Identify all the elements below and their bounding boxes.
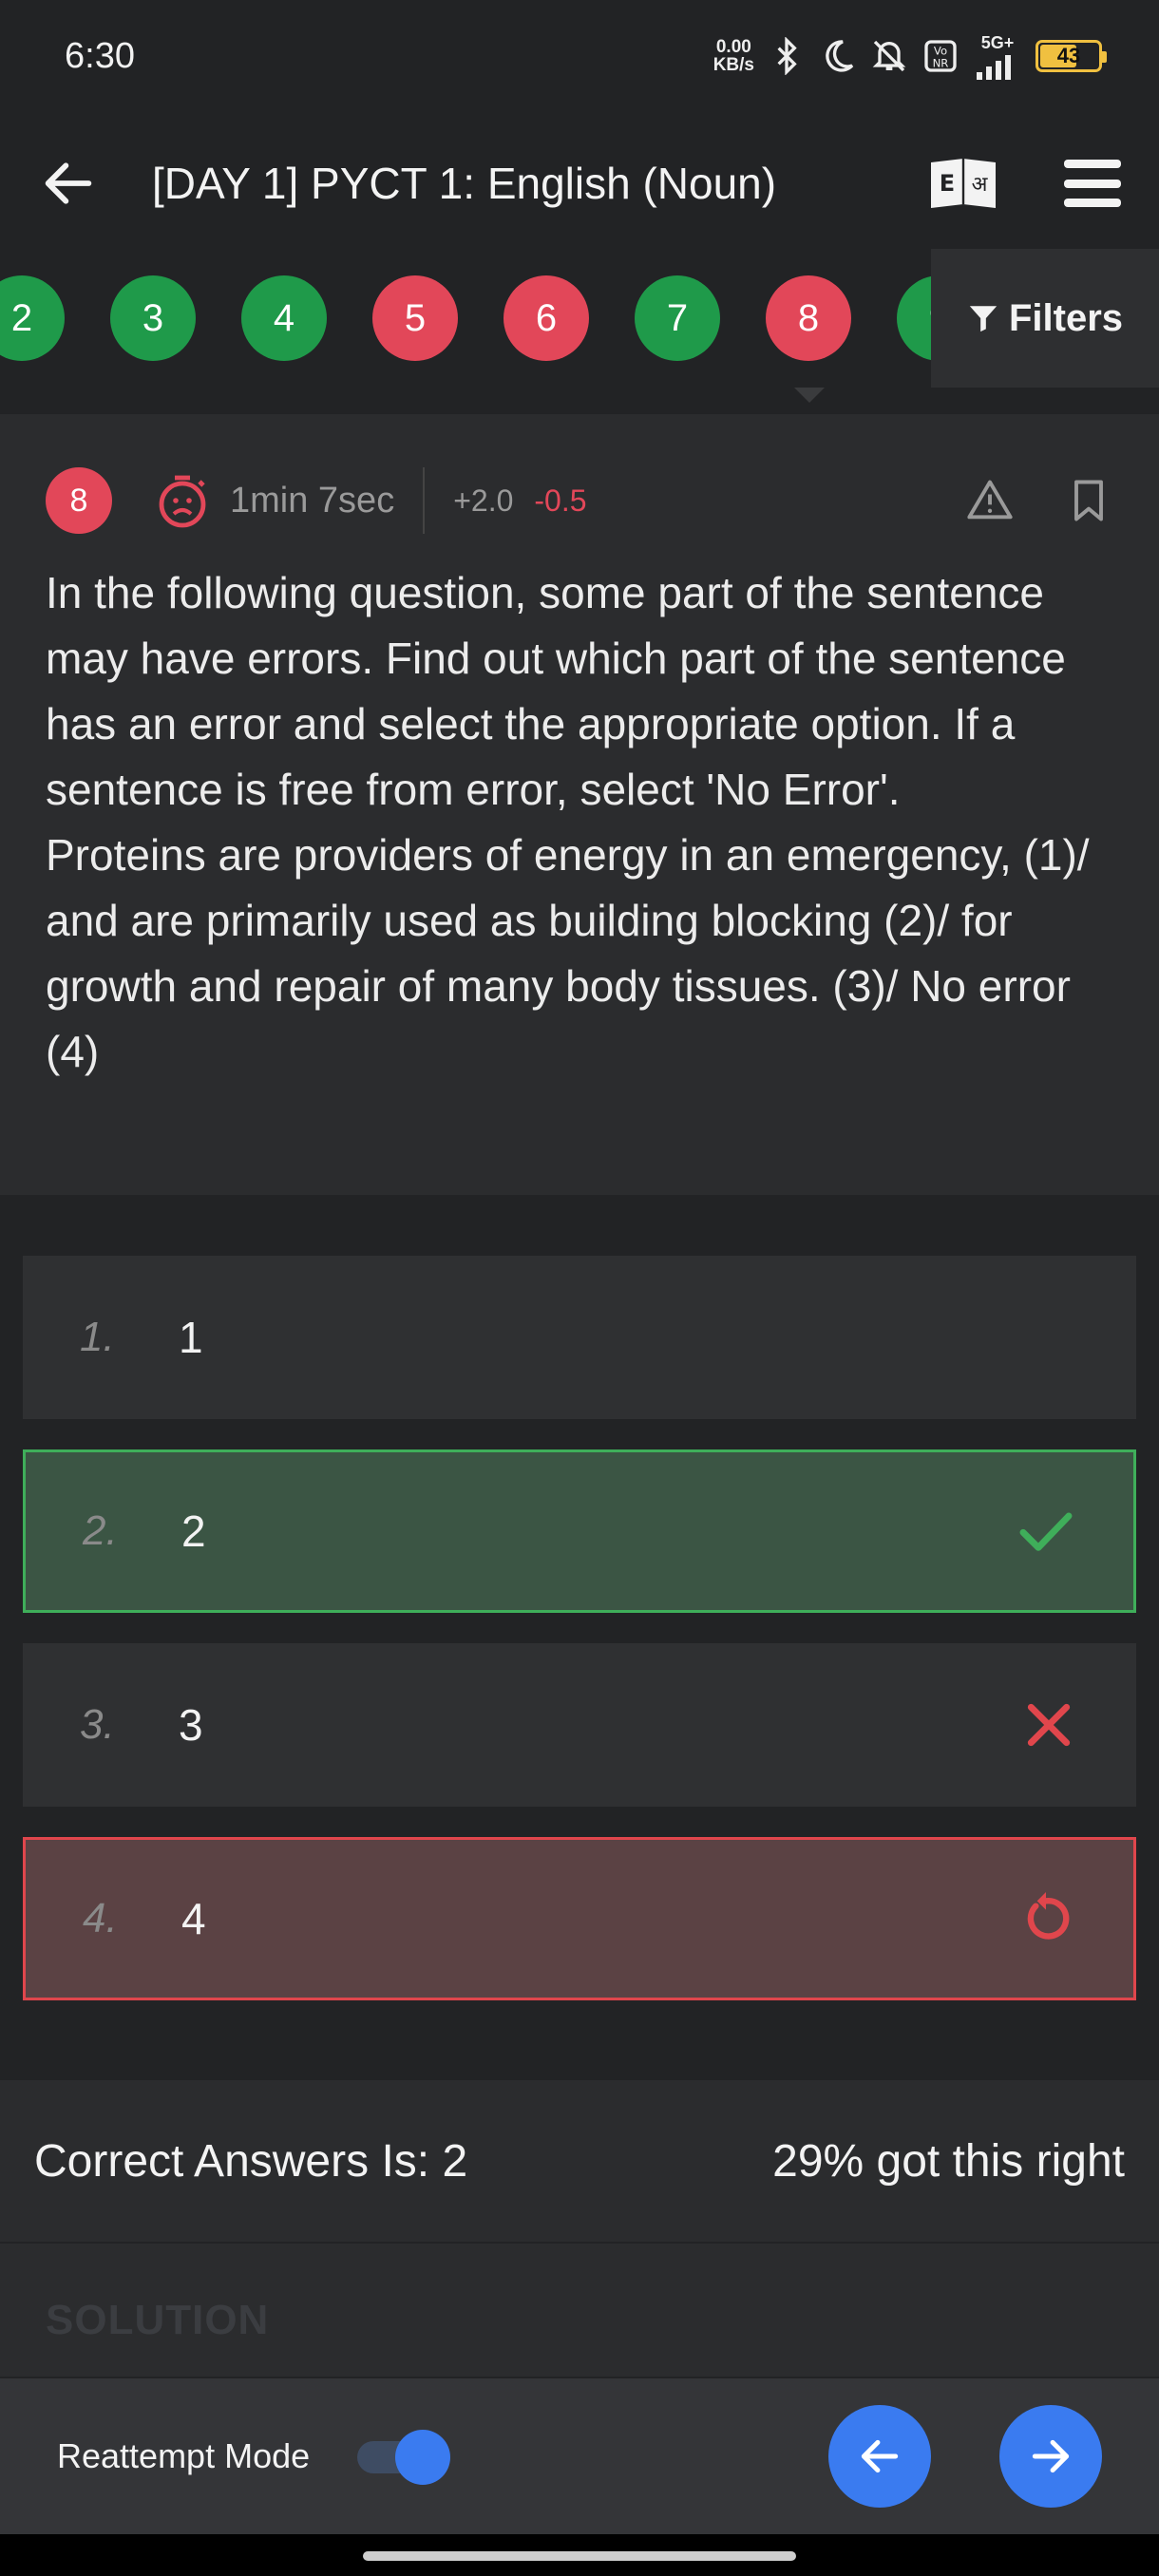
question-card: 8 1min 7sec +2.0 -0.5 In the following q…	[0, 414, 1159, 1195]
page-title: [DAY 1] PYCT 1: English (Noun)	[152, 159, 777, 208]
option-value: 2	[181, 1506, 206, 1556]
question-chip-6[interactable]: 6	[504, 275, 589, 361]
close-icon	[1027, 1703, 1071, 1747]
question-meta: 8 1min 7sec +2.0 -0.5	[46, 467, 1113, 534]
status-time: 6:30	[65, 35, 135, 76]
gesture-area	[0, 2534, 1159, 2576]
time-taken: 1min 7sec	[230, 467, 426, 534]
app-bar: [DAY 1] PYCT 1: English (Noun) E अ	[0, 112, 1159, 255]
network-speed: 0.00 KB/s	[712, 37, 754, 75]
home-gesture-bar[interactable]	[363, 2551, 796, 2561]
sad-timer-icon	[159, 475, 206, 528]
question-text: In the following question, some part of …	[46, 568, 1090, 1076]
option-number: 2.	[83, 1507, 118, 1554]
bluetooth-icon	[777, 37, 797, 75]
option-2[interactable]: 2. 2	[23, 1449, 1136, 1613]
reattempt-mode-label: Reattempt Mode	[57, 2436, 311, 2475]
back-button[interactable]	[38, 153, 99, 214]
question-navigator: 23456789 Filters	[0, 249, 1159, 391]
check-icon	[1019, 1512, 1073, 1551]
option-number: 3.	[80, 1701, 115, 1748]
question-chip-5[interactable]: 5	[372, 275, 458, 361]
svg-text:NR: NR	[933, 57, 949, 70]
option-4[interactable]: 4. 4	[23, 1837, 1136, 2000]
moon-icon	[826, 40, 854, 72]
filters-button[interactable]: Filters	[931, 249, 1159, 388]
status-bar: 6:30 0.00 KB/s Vo NR 5G+ 43	[0, 0, 1159, 112]
option-number: 1.	[80, 1314, 115, 1360]
question-number-badge: 8	[46, 467, 112, 534]
option-3[interactable]: 3. 3	[23, 1643, 1136, 1807]
report-warning-icon[interactable]	[965, 476, 1015, 525]
option-value: 3	[179, 1700, 203, 1750]
option-1[interactable]: 1. 1	[23, 1256, 1136, 1419]
correct-answer-text: Correct Answers Is: 2	[34, 2135, 468, 2187]
language-book-icon: E अ	[931, 159, 996, 208]
menu-icon-line	[1064, 160, 1121, 168]
solution-section[interactable]: SOLUTION	[0, 2244, 1159, 2377]
positive-marks: +2.0	[453, 483, 514, 518]
reattempt-mode-toggle[interactable]	[357, 2430, 452, 2485]
question-chip-4[interactable]: 4	[241, 275, 327, 361]
previous-question-button[interactable]	[828, 2405, 931, 2508]
success-rate-text: 29% got this right	[772, 2135, 1125, 2187]
svg-text:E: E	[940, 170, 955, 197]
filter-icon	[969, 306, 998, 332]
status-icons: 0.00 KB/s Vo NR 5G+ 43	[712, 33, 1107, 80]
menu-button[interactable]	[1064, 160, 1121, 207]
solution-heading: SOLUTION	[46, 2297, 270, 2343]
svg-text:Vo: Vo	[934, 44, 947, 57]
arrow-left-icon	[861, 2439, 899, 2473]
current-question-caret	[794, 388, 825, 403]
negative-marks: -0.5	[534, 483, 587, 518]
question-chip-list: 23456789	[0, 275, 982, 361]
arrow-right-icon	[1032, 2439, 1070, 2473]
option-value: 1	[179, 1313, 203, 1362]
battery-icon: 43	[1036, 40, 1107, 72]
bottom-bar: Reattempt Mode	[0, 2378, 1159, 2534]
arrow-left-icon	[45, 162, 92, 204]
bookmark-icon[interactable]	[1064, 476, 1113, 525]
question-chip-7[interactable]: 7	[635, 275, 720, 361]
reattempt-icon	[1027, 1892, 1070, 1940]
result-row: Correct Answers Is: 2 29% got this right	[0, 2080, 1159, 2242]
svg-text:अ: अ	[972, 173, 989, 197]
signal-icon: 5G+	[973, 33, 1022, 80]
question-chip-3[interactable]: 3	[110, 275, 196, 361]
question-chip-2[interactable]: 2	[0, 275, 65, 361]
mute-icon	[872, 40, 906, 72]
option-number: 4.	[83, 1895, 118, 1941]
language-toggle-button[interactable]: E अ	[927, 155, 999, 212]
question-chip-8[interactable]: 8	[766, 275, 851, 361]
option-value: 4	[181, 1894, 206, 1943]
volte-icon: VoNR	[924, 40, 957, 72]
next-question-button[interactable]	[999, 2405, 1102, 2508]
